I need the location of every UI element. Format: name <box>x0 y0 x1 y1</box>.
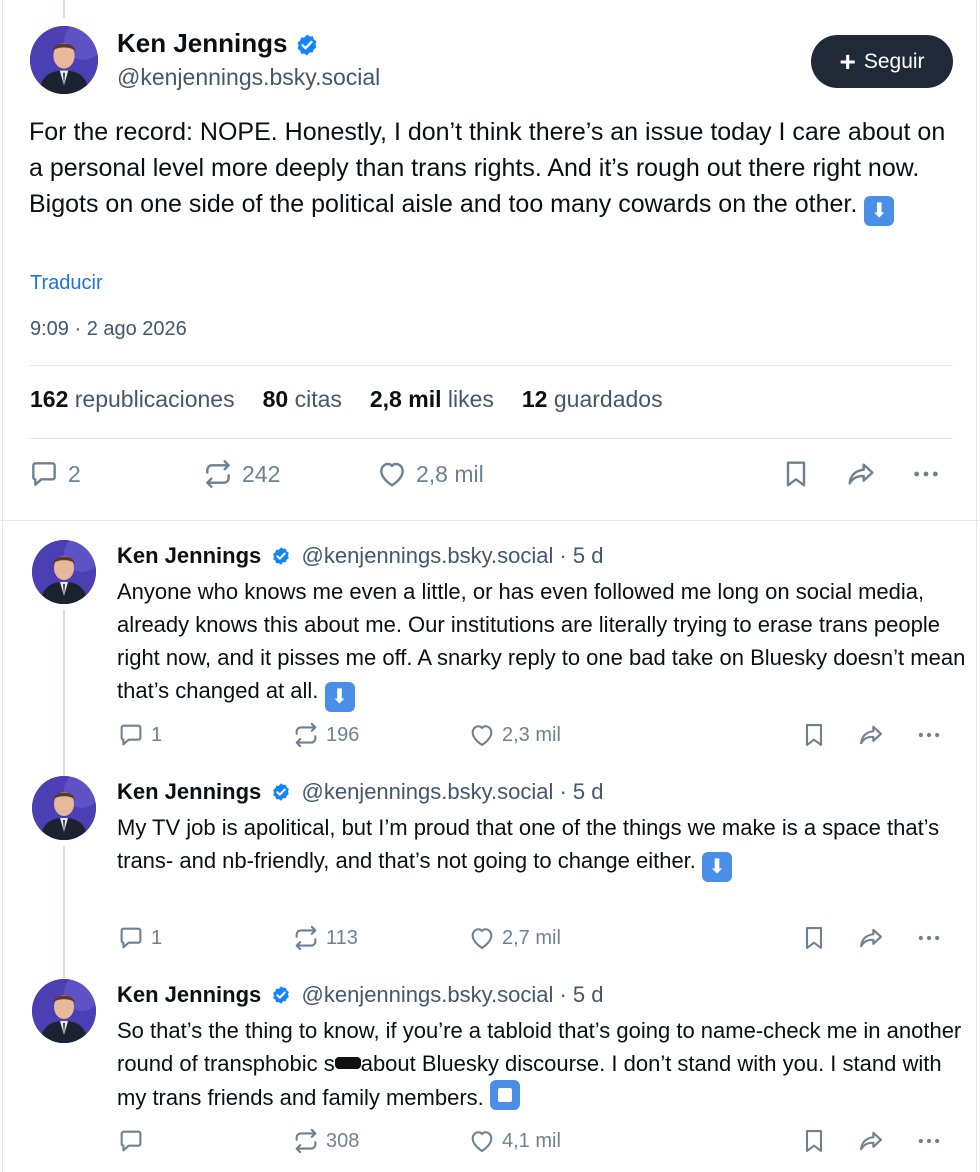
thread-connector-line <box>63 610 65 776</box>
stat-saves[interactable]: 12 guardados <box>522 386 663 413</box>
divider <box>0 520 980 521</box>
translate-link[interactable]: Traducir <box>30 272 103 295</box>
verified-badge-icon <box>271 985 291 1005</box>
share-icon <box>845 458 877 490</box>
share-button[interactable] <box>857 1127 885 1155</box>
more-options-button[interactable] <box>915 924 943 952</box>
stat-reposts[interactable]: 162 republicaciones <box>30 386 235 413</box>
repost-button[interactable]: 196 <box>292 721 359 749</box>
follow-button[interactable]: + Seguir <box>811 35 953 88</box>
reply-icon <box>117 721 145 749</box>
share-icon <box>857 1127 885 1155</box>
more-icon <box>915 721 943 749</box>
author-handle[interactable]: @kenjennings.bsky.social <box>117 64 380 91</box>
like-button[interactable]: 2,3 mil <box>468 721 561 749</box>
bookmark-button[interactable] <box>800 721 828 749</box>
share-icon <box>857 924 885 952</box>
post-body: Anyone who knows me even a little, or ha… <box>117 579 966 703</box>
reply-icon <box>28 458 60 490</box>
author-meta[interactable]: @kenjennings.bsky.social · 5 d <box>302 543 604 568</box>
heart-icon <box>468 1127 496 1155</box>
author-name[interactable]: Ken Jennings <box>117 982 261 1007</box>
post-timestamp[interactable]: 9:09 · 2 ago 2026 <box>30 318 187 341</box>
more-icon <box>915 1127 943 1155</box>
repost-button[interactable]: 113 <box>292 924 358 952</box>
author-name[interactable]: Ken Jennings <box>117 543 261 568</box>
verified-badge-icon <box>271 782 291 802</box>
share-button[interactable] <box>857 924 885 952</box>
author-meta[interactable]: @kenjennings.bsky.social · 5 d <box>302 982 604 1007</box>
bookmark-icon <box>800 924 828 952</box>
bookmark-icon <box>800 1127 828 1155</box>
stat-quotes[interactable]: 80 citas <box>263 386 342 413</box>
repost-icon <box>202 458 234 490</box>
reply-header: Ken Jennings @kenjennings.bsky.social · … <box>117 982 603 1008</box>
bookmark-icon <box>800 721 828 749</box>
more-options-button[interactable] <box>915 721 943 749</box>
reply-header: Ken Jennings @kenjennings.bsky.social · … <box>117 543 603 569</box>
stop-button-emoji <box>489 1080 520 1110</box>
divider <box>29 365 953 366</box>
divider <box>29 438 953 439</box>
post-text: Anyone who knows me even a little, or ha… <box>117 575 967 712</box>
post-stats: 162 republicaciones 80 citas 2,8 mil lik… <box>30 386 663 413</box>
share-icon <box>857 721 885 749</box>
down-arrow-emoji: ⬇ <box>702 852 733 882</box>
avatar[interactable] <box>30 26 98 94</box>
like-button[interactable]: 2,7 mil <box>468 924 561 952</box>
reply-header: Ken Jennings @kenjennings.bsky.social · … <box>117 779 603 805</box>
avatar[interactable] <box>32 979 96 1043</box>
verified-badge-icon <box>295 33 319 57</box>
share-button[interactable] <box>845 458 877 490</box>
heart-icon <box>376 458 408 490</box>
down-arrow-emoji: ⬇ <box>864 196 895 226</box>
reply-button[interactable]: 1 <box>117 924 162 952</box>
post-body: My TV job is apolitical, but I’m proud t… <box>117 815 940 873</box>
post-body: For the record: NOPE. Honestly, I don’t … <box>29 118 946 218</box>
author-name[interactable]: Ken Jennings <box>117 28 319 59</box>
reply-icon <box>117 1127 145 1155</box>
plus-icon: + <box>839 45 856 77</box>
repost-button[interactable]: 242 <box>202 458 280 490</box>
avatar[interactable] <box>32 776 96 840</box>
avatar[interactable] <box>32 540 96 604</box>
bookmark-icon <box>780 458 812 490</box>
more-options-button[interactable] <box>915 1127 943 1155</box>
repost-icon <box>292 924 320 952</box>
stat-likes[interactable]: 2,8 mil likes <box>370 386 494 413</box>
thread-connector-line <box>63 0 65 18</box>
repost-icon <box>292 721 320 749</box>
more-options-button[interactable] <box>910 458 942 490</box>
author-name[interactable]: Ken Jennings <box>117 779 261 804</box>
down-arrow-emoji: ⬇ <box>324 682 355 712</box>
reply-button[interactable]: 2 <box>28 458 81 490</box>
author-meta[interactable]: @kenjennings.bsky.social · 5 d <box>302 779 604 804</box>
more-icon <box>910 458 942 490</box>
censor-mark <box>334 1057 361 1069</box>
like-button[interactable]: 2,8 mil <box>376 458 484 490</box>
share-button[interactable] <box>857 721 885 749</box>
verified-badge-icon <box>271 546 291 566</box>
heart-icon <box>468 721 496 749</box>
bookmark-button[interactable] <box>800 924 828 952</box>
bookmark-button[interactable] <box>780 458 812 490</box>
post-text: So that’s the thing to know, if you’re a… <box>117 1014 967 1114</box>
thread-connector-line <box>63 846 65 978</box>
bookmark-button[interactable] <box>800 1127 828 1155</box>
repost-icon <box>292 1127 320 1155</box>
reply-button[interactable]: 1 <box>117 721 162 749</box>
post-text: For the record: NOPE. Honestly, I don’t … <box>29 114 959 226</box>
repost-button[interactable]: 308 <box>292 1127 359 1155</box>
follow-label: Seguir <box>863 49 925 73</box>
like-button[interactable]: 4,1 mil <box>468 1127 561 1155</box>
post-actions: 2 242 2,8 mil <box>0 458 980 498</box>
reply-icon <box>117 924 145 952</box>
thread-connector-line <box>63 766 65 776</box>
post-text: My TV job is apolitical, but I’m proud t… <box>117 811 967 882</box>
more-icon <box>915 924 943 952</box>
heart-icon <box>468 924 496 952</box>
reply-button[interactable] <box>117 1127 151 1155</box>
